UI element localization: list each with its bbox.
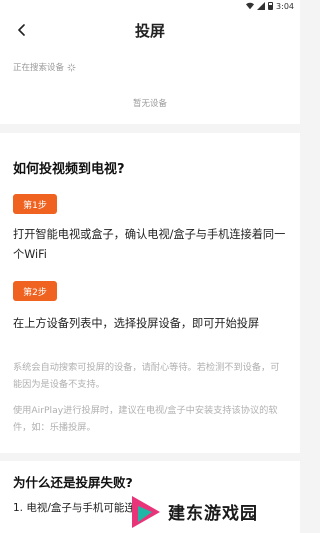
back-arrow-icon[interactable] — [12, 20, 32, 40]
failure-heading: 为什么还是投屏失败? — [13, 475, 133, 490]
wifi-icon — [246, 2, 255, 10]
empty-device-message: 暂无设备 — [132, 99, 167, 109]
status-icons: 3:04 — [246, 0, 294, 12]
status-bar: 3:04 — [0, 0, 300, 12]
app-header: 投屏 — [0, 12, 300, 48]
status-time: 3:04 — [276, 1, 294, 11]
step1-badge: 第1步 — [13, 194, 57, 214]
device-list: 正在搜索设备 暂无设备 — [0, 48, 300, 124]
watermark-text: 建东游戏园 — [168, 504, 258, 524]
searching-label: 正在搜索设备 — [13, 63, 65, 73]
loading-spinner-icon — [67, 62, 76, 72]
step2-badge: 第2步 — [13, 281, 57, 301]
battery-icon — [268, 2, 274, 10]
watermark-logo-icon — [132, 495, 160, 528]
searching-status: 正在搜索设备 — [13, 61, 76, 73]
airplay-note: 使用AirPlay进行投屏时，建议在电视/盒子中安装支持该协议的软件，如：乐播投… — [13, 405, 278, 433]
section-divider — [0, 453, 300, 461]
signal-icon — [257, 2, 266, 10]
step1-text: 打开智能电视或盒子，确认电视/盒子与手机连接着同一个WiFi — [13, 228, 286, 261]
step2-text: 在上方设备列表中，选择投屏设备，即可开始投屏 — [13, 317, 260, 330]
failure-item-1: 1. 电视/盒子与手机可能连接 — [13, 502, 133, 514]
help-section: 如何投视频到电视? 第1步 打开智能电视或盒子，确认电视/盒子与手机连接着同一个… — [0, 133, 300, 533]
search-note: 系统会自动搜索可投屏的设备，请耐心等待。若检测不到设备，可能因为是设备不支持。 — [13, 362, 280, 390]
page-title: 投屏 — [134, 21, 165, 40]
help-heading: 如何投视频到电视? — [13, 162, 125, 177]
watermark: 建东游戏园 — [130, 490, 300, 533]
